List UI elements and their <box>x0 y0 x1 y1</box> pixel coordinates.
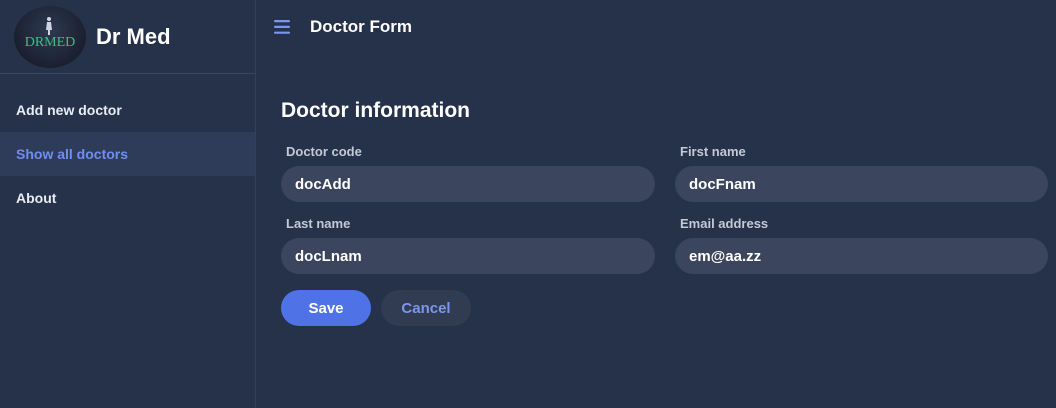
first-name-field[interactable] <box>675 166 1048 202</box>
doctor-form: Doctor information Doctor code First nam… <box>281 96 1048 326</box>
form-title: Doctor information <box>281 99 470 122</box>
hamburger-icon[interactable] <box>274 20 292 34</box>
logo: DRMED <box>14 5 86 68</box>
page-title: Doctor Form <box>310 17 412 36</box>
app-root: DRMED Dr Med Add new doctor Show all doc… <box>0 0 1056 408</box>
doctor-code-field[interactable] <box>281 166 655 202</box>
last-name-group: Last name <box>281 216 655 274</box>
brand-name: Dr Med <box>96 23 171 49</box>
save-button[interactable]: Save <box>281 290 371 326</box>
sidebar-item-add-new-doctor[interactable]: Add new doctor <box>0 88 255 132</box>
email-group: Email address <box>675 216 1048 274</box>
last-name-label: Last name <box>286 216 351 231</box>
first-name-group: First name <box>675 144 1048 202</box>
brand-header: DRMED Dr Med <box>0 0 255 74</box>
sidebar-item-about[interactable]: About <box>0 176 255 220</box>
doctor-code-label: Doctor code <box>286 144 362 159</box>
email-field[interactable] <box>675 238 1048 274</box>
first-name-label: First name <box>680 144 746 159</box>
top-header: Doctor Form <box>256 0 1056 54</box>
cancel-button[interactable]: Cancel <box>381 290 471 326</box>
last-name-field[interactable] <box>281 238 655 274</box>
doctor-code-group: Doctor code <box>281 144 655 202</box>
form-actions: Save Cancel <box>281 290 1048 326</box>
logo-text: DRMED <box>24 34 76 50</box>
form-grid: Doctor code First name Last name Email a… <box>281 144 1048 274</box>
sidebar: DRMED Dr Med Add new doctor Show all doc… <box>0 0 256 408</box>
sidebar-nav: Add new doctor Show all doctors About <box>0 88 255 220</box>
email-label: Email address <box>680 216 769 231</box>
sidebar-item-show-all-doctors[interactable]: Show all doctors <box>0 132 255 176</box>
doctor-figure-icon <box>46 16 52 35</box>
